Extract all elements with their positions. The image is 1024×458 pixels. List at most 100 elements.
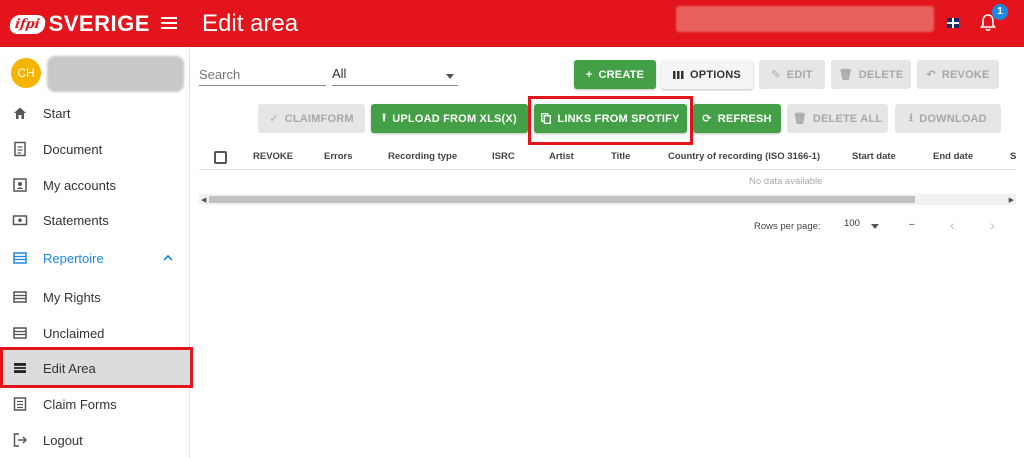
ifpi-logo[interactable]: ifpi SVERIGE <box>8 11 150 37</box>
logout-icon <box>13 433 28 447</box>
scrollbar-thumb[interactable] <box>209 196 915 203</box>
dropdown-arrow-icon <box>871 224 879 229</box>
empty-table-text: No data available <box>749 176 823 187</box>
chevron-up-icon[interactable] <box>163 253 173 263</box>
refresh-button[interactable]: ⟳ REFRESH <box>693 104 781 133</box>
list-icon <box>13 291 27 303</box>
filter-select-value: All <box>332 66 347 81</box>
column-header[interactable]: Artist <box>549 151 574 162</box>
claimform-button[interactable]: ✓ CLAIMFORM <box>258 104 365 133</box>
scroll-left-icon[interactable]: ◀ <box>201 196 206 204</box>
sidebar-item-repertoire[interactable]: Repertoire <box>0 240 190 276</box>
edit-button[interactable]: ✎ EDIT <box>759 60 825 89</box>
chevron-left-icon[interactable]: ‹ <box>950 217 955 233</box>
select-all-checkbox[interactable] <box>214 151 227 164</box>
hamburger-menu-icon[interactable] <box>161 14 177 32</box>
home-icon <box>14 107 26 119</box>
scroll-right-icon[interactable]: ▶ <box>1009 196 1014 204</box>
column-header[interactable]: Recording type <box>388 151 457 162</box>
form-icon <box>13 397 27 411</box>
check-icon: ✓ <box>269 113 279 125</box>
column-header[interactable]: Errors <box>324 151 353 162</box>
sidebar-item-label: Repertoire <box>43 250 104 266</box>
delete-button[interactable]: 🗑 DELETE <box>831 60 911 89</box>
pencil-icon: ✎ <box>771 69 781 81</box>
rows-per-page-select[interactable]: 100 <box>844 218 882 236</box>
sidebar-item-label: Logout <box>43 432 83 448</box>
rows-per-page-label: Rows per page: <box>754 221 821 232</box>
revoke-button-label: REVOKE <box>941 68 990 81</box>
options-button[interactable]: OPTIONS <box>661 60 753 89</box>
page-title: Edit area <box>202 10 299 37</box>
sidebar-item-my-accounts[interactable]: My accounts <box>0 167 190 203</box>
column-header[interactable]: Country of recording (ISO 3166-1) <box>668 151 820 162</box>
column-header[interactable]: ISRC <box>492 151 515 162</box>
sidebar-item-label: Document <box>43 141 103 157</box>
pagination-range: – <box>909 219 915 230</box>
refresh-icon: ⟳ <box>702 113 712 125</box>
sidebar-item-label: Unclaimed <box>43 325 105 341</box>
language-flag-icon[interactable] <box>947 18 959 28</box>
table-header-row: REVOKE Errors Recording type ISRC Artist… <box>199 146 1016 170</box>
dropdown-arrow-icon <box>446 74 454 79</box>
avatar[interactable]: CH <box>11 58 41 88</box>
undo-icon: ↶ <box>926 69 936 81</box>
document-icon <box>14 141 26 157</box>
sidebar-item-label: Start <box>43 105 71 121</box>
sidebar-item-unclaimed[interactable]: Unclaimed <box>0 315 190 351</box>
user-info-redacted <box>676 6 934 32</box>
claimform-button-label: CLAIMFORM <box>284 112 354 125</box>
sidebar-item-start[interactable]: Start <box>0 95 190 131</box>
column-header[interactable]: Start date <box>852 151 896 162</box>
sidebar-item-label: Statements <box>43 212 109 228</box>
search-input[interactable] <box>199 67 326 82</box>
upload-xls-button-label: UPLOAD FROM XLS(X) <box>392 112 517 125</box>
list-icon <box>13 327 27 339</box>
sidebar-item-label: Claim Forms <box>43 396 117 412</box>
column-header[interactable]: End date <box>933 151 973 162</box>
rows-per-page-value: 100 <box>844 218 860 229</box>
create-button[interactable]: + CREATE <box>574 60 656 89</box>
columns-icon <box>673 70 684 79</box>
sidebar-item-label: My Rights <box>43 289 101 305</box>
sidebar-item-document[interactable]: Document <box>0 131 190 167</box>
download-button[interactable]: ⭳ DOWNLOAD <box>895 104 1001 133</box>
delete-button-label: DELETE <box>858 68 904 81</box>
revoke-button[interactable]: ↶ REVOKE <box>917 60 999 89</box>
sidebar: CH Start Document My accounts Statements… <box>0 47 190 458</box>
sidebar-item-my-rights[interactable]: My Rights <box>0 279 190 315</box>
trash-icon: 🗑 <box>792 113 807 125</box>
column-header[interactable]: S <box>1010 151 1016 162</box>
statements-icon <box>12 215 28 226</box>
sidebar-item-statements[interactable]: Statements <box>0 202 190 238</box>
sidebar-item-label: My accounts <box>43 177 116 193</box>
highlight-links-from-spotify <box>528 96 693 145</box>
logo-country-text: SVERIGE <box>48 11 150 36</box>
filter-select[interactable]: All <box>332 66 458 86</box>
download-icon: ⭳ <box>909 112 914 124</box>
delete-all-button[interactable]: 🗑 DELETE ALL <box>787 104 888 133</box>
edit-button-label: EDIT <box>786 68 813 81</box>
accounts-icon <box>13 178 27 192</box>
refresh-button-label: REFRESH <box>717 112 772 125</box>
logo-ifpi-text: ifpi <box>8 14 46 34</box>
user-name-redacted <box>47 56 184 92</box>
delete-all-button-label: DELETE ALL <box>812 112 883 125</box>
sidebar-item-claim-forms[interactable]: Claim Forms <box>0 386 190 422</box>
upload-icon: ⭱ <box>382 112 387 124</box>
list-icon <box>13 252 27 264</box>
column-header[interactable]: Title <box>611 151 630 162</box>
horizontal-scrollbar[interactable]: ◀ ▶ <box>199 194 1016 205</box>
options-button-label: OPTIONS <box>690 68 741 81</box>
notification-badge: 1 <box>992 4 1008 20</box>
sidebar-item-logout[interactable]: Logout <box>0 422 190 458</box>
download-button-label: DOWNLOAD <box>919 112 987 125</box>
create-button-label: CREATE <box>598 68 645 81</box>
plus-icon: + <box>585 68 593 81</box>
column-header[interactable]: REVOKE <box>253 151 293 162</box>
highlight-edit-area <box>0 347 193 388</box>
search-field[interactable] <box>199 66 326 86</box>
upload-xls-button[interactable]: ⭱ UPLOAD FROM XLS(X) <box>371 104 528 133</box>
chevron-right-icon[interactable]: › <box>990 217 995 233</box>
top-app-bar: ifpi SVERIGE Edit area 1 <box>0 0 1024 47</box>
